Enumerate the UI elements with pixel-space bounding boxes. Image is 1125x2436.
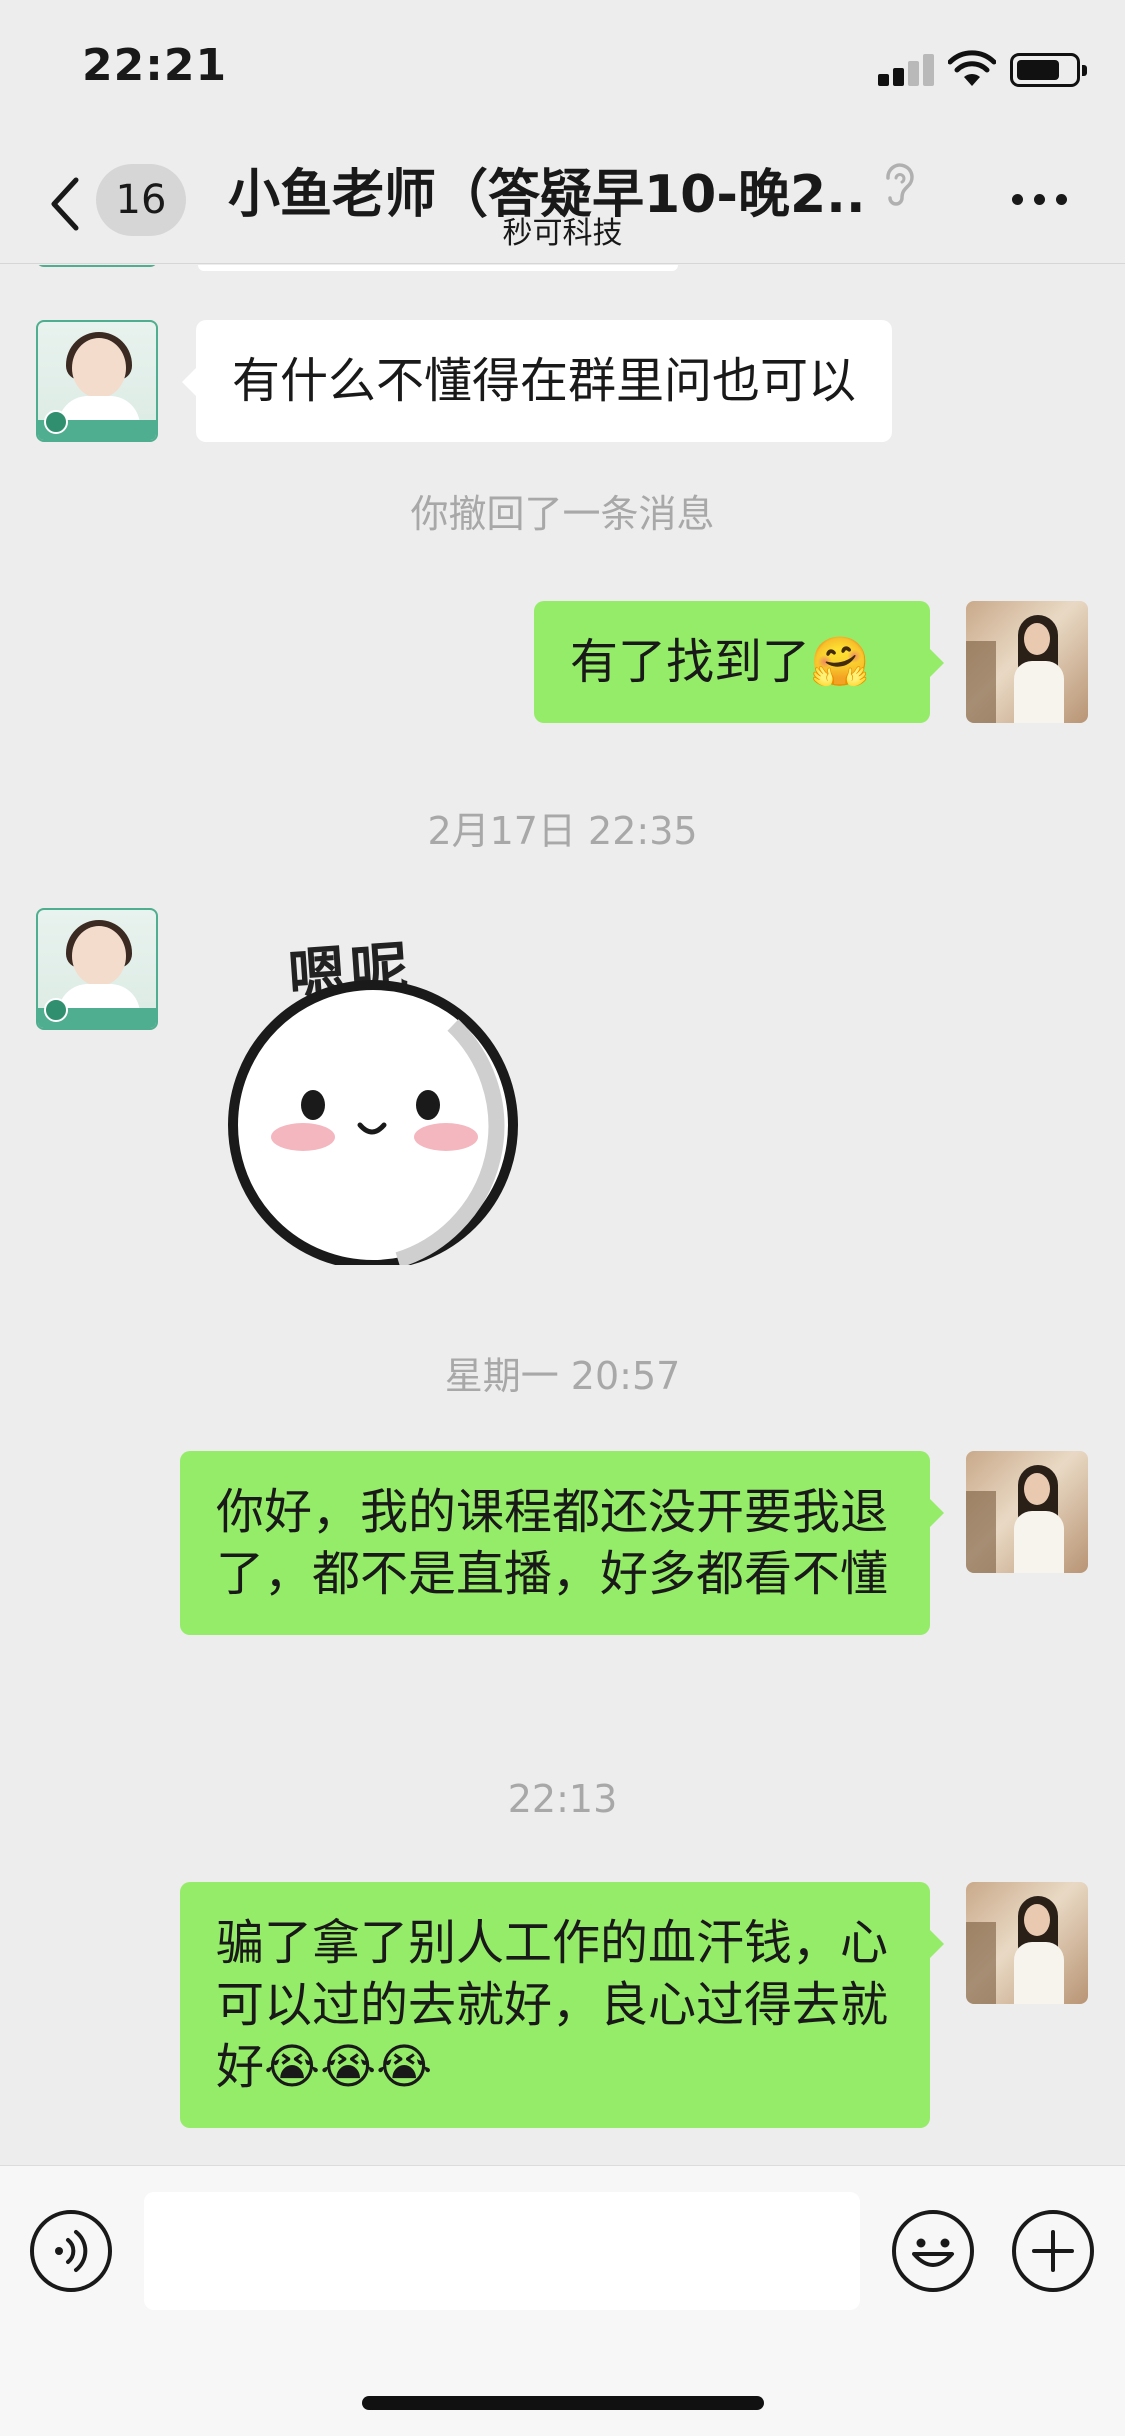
- teacher-avatar[interactable]: [36, 320, 158, 442]
- user-avatar[interactable]: [966, 601, 1088, 723]
- cellular-signal-icon: [878, 52, 934, 86]
- status-bar: 22:21: [0, 0, 1125, 140]
- timestamp: 星期一 20:57: [444, 1354, 681, 1398]
- timestamp: 22:13: [507, 1777, 618, 1821]
- message-input[interactable]: [144, 2192, 860, 2310]
- sticker-message[interactable]: 嗯呢: [218, 925, 538, 1265]
- emoji-icon[interactable]: [892, 2210, 974, 2292]
- sent-message-bubble[interactable]: 有了找到了🤗: [534, 601, 944, 723]
- partial-message-bubble: [198, 265, 678, 271]
- smiling-face-sticker-icon: [228, 980, 518, 1265]
- chat-subtitle: 秒可科技: [502, 216, 623, 251]
- plus-icon[interactable]: [1012, 2210, 1094, 2292]
- recall-notice: 你撤回了一条消息: [410, 492, 715, 536]
- voice-icon[interactable]: [30, 2210, 112, 2292]
- timestamp: 2月17日 22:35: [427, 809, 698, 853]
- battery-icon: [1010, 53, 1087, 87]
- more-dots-icon[interactable]: [1012, 192, 1072, 208]
- sent-message-bubble[interactable]: 骗了拿了别人工作的血汗钱，心可以过的去就好，良心过得去就好😭😭😭: [180, 1882, 944, 2128]
- chat-messages[interactable]: 有什么不懂得在群里问也可以 你撤回了一条消息 有了找到了🤗 2月17日 22:3…: [0, 265, 1125, 2165]
- home-indicator[interactable]: [362, 2396, 764, 2410]
- user-avatar[interactable]: [966, 1882, 1088, 2004]
- wifi-icon: [948, 50, 996, 86]
- user-avatar[interactable]: [966, 1451, 1088, 1573]
- received-message-bubble[interactable]: 有什么不懂得在群里问也可以: [181, 320, 893, 442]
- teacher-avatar[interactable]: [36, 265, 158, 267]
- sent-message-bubble[interactable]: 你好，我的课程都还没开要我退了，都不是直播，好多都看不懂: [180, 1451, 944, 1635]
- teacher-avatar[interactable]: [36, 908, 158, 1030]
- chat-header: 16 小鱼老师（答疑早10-晚2... 秒可科技: [0, 140, 1125, 264]
- ear-icon: [886, 163, 914, 206]
- status-time: 22:21: [82, 40, 228, 91]
